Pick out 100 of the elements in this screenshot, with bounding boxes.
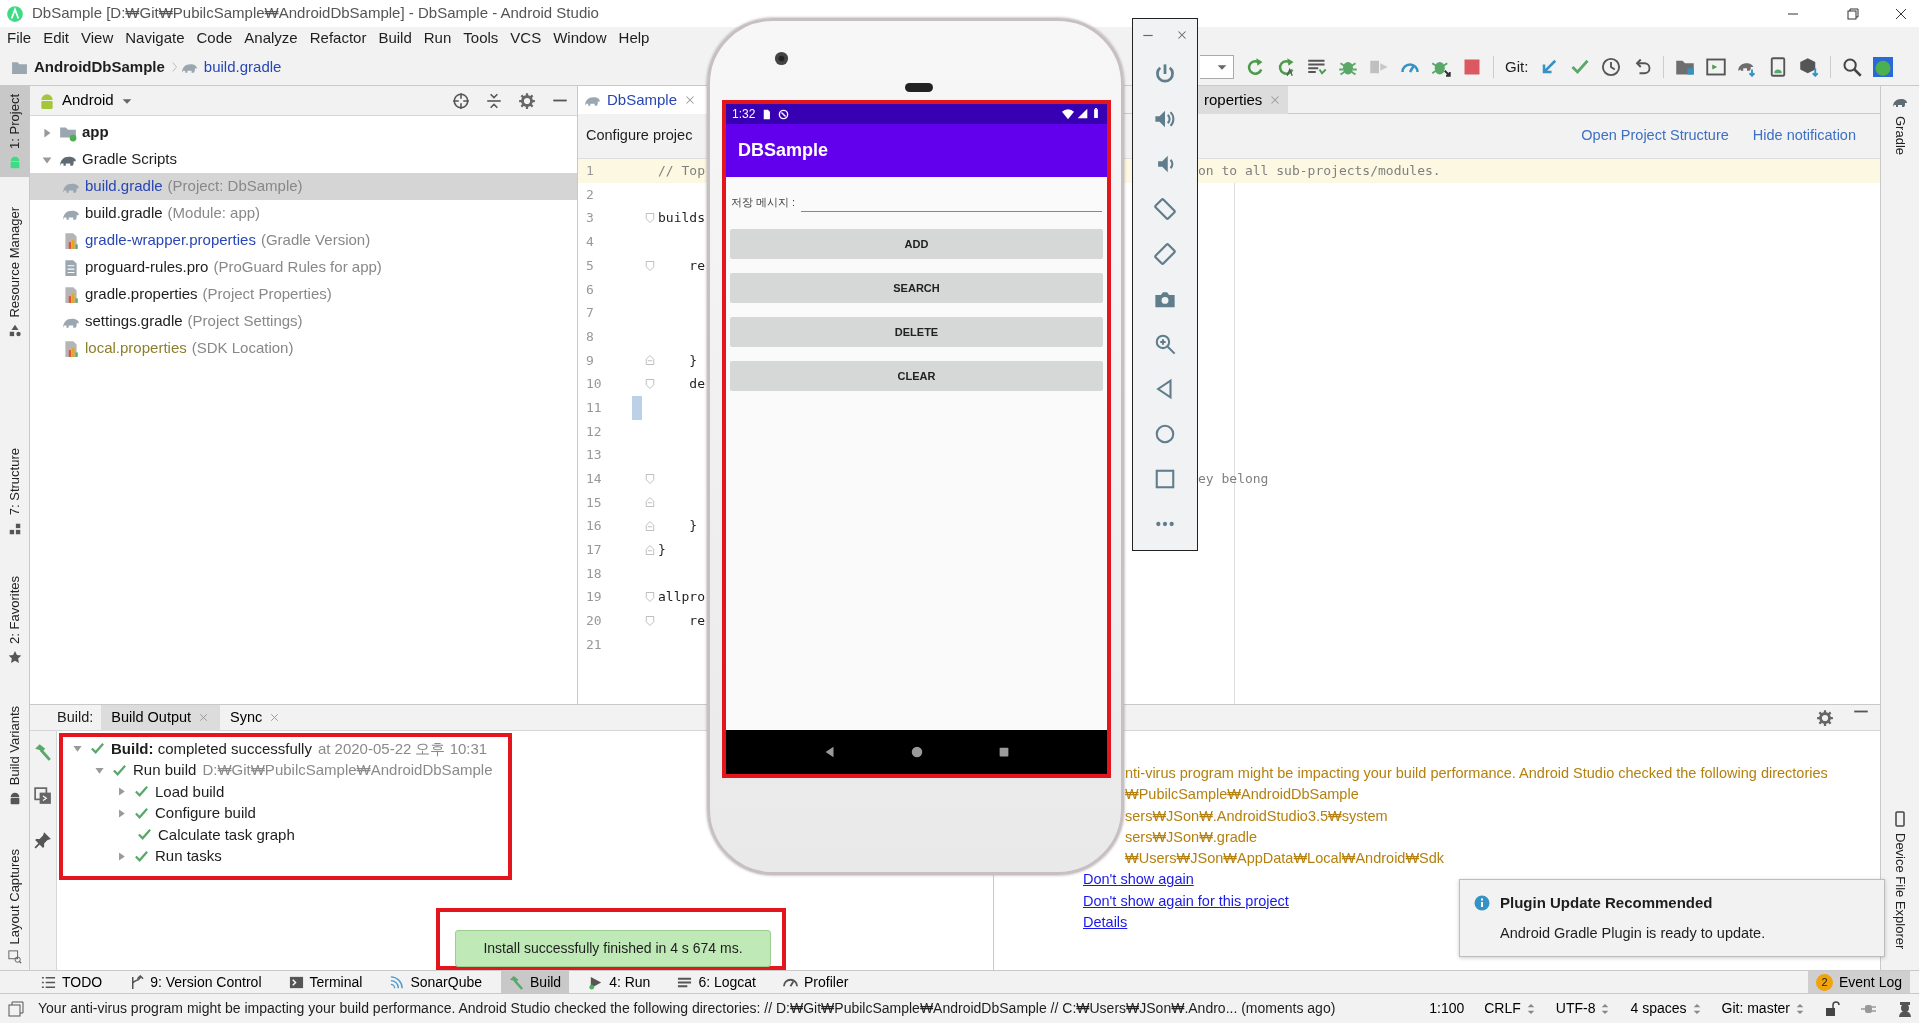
toggle-button[interactable]	[8, 1000, 24, 1017]
notification-link[interactable]: Open Project Structure	[1581, 125, 1729, 147]
check-icon	[134, 784, 149, 800]
app-button[interactable]: DELETE	[730, 317, 1103, 347]
tree-item[interactable]: proguard-rules.pro (ProGuard Rules for app)	[30, 254, 577, 281]
window-button[interactable]	[1141, 32, 1155, 38]
breadcrumb-item[interactable]: build.gradle	[180, 55, 282, 79]
menu-item[interactable]: Analyze	[238, 26, 304, 50]
menu-item[interactable]: File	[1, 26, 38, 50]
app-button[interactable]: ADD	[730, 229, 1103, 259]
tool-window-button[interactable]: 4: Run	[580, 970, 659, 994]
panel-button[interactable]	[485, 91, 503, 110]
menu-item[interactable]: Help	[612, 26, 656, 50]
nav-button[interactable]	[909, 745, 924, 759]
event-log-button[interactable]: 2 Event Log	[1807, 970, 1910, 994]
tree-item[interactable]: local.properties (SDK Location)	[30, 335, 577, 362]
tool-window-button[interactable]: SonarQube	[381, 970, 490, 994]
avatar-icon	[1873, 57, 1894, 77]
tool-window-button[interactable]: Build Variants	[0, 697, 29, 813]
status-button[interactable]	[1825, 1000, 1841, 1017]
notification-link[interactable]: Hide notification	[1752, 125, 1856, 147]
console-text: sers₩JSon₩.gradle	[1125, 828, 1258, 845]
settings-icon	[518, 91, 536, 110]
run-config-dropdown[interactable]	[1200, 55, 1234, 79]
status-item[interactable]: UTF-8	[1555, 998, 1611, 1019]
status-item[interactable]: Git: master	[1721, 998, 1805, 1019]
tool-window-button[interactable]: 2: Favorites	[0, 567, 29, 672]
menu-item[interactable]: Window	[547, 26, 613, 50]
breadcrumb-item[interactable]: AndroidDbSample	[11, 55, 165, 79]
editor-tab[interactable]: roperties	[1198, 86, 1289, 114]
toolbar-button[interactable]	[1276, 57, 1296, 77]
status-item[interactable]: CRLF	[1484, 998, 1536, 1019]
tree-item[interactable]: build.gradle (Module: app)	[30, 200, 577, 227]
tool-window-button[interactable]: 1: Project	[0, 86, 29, 177]
console-link[interactable]: Details	[1083, 914, 1128, 931]
hammer-icon	[509, 974, 524, 990]
tool-window-button[interactable]: Gradle	[1881, 86, 1919, 164]
menu-item[interactable]: Refactor	[303, 26, 373, 50]
menu-item[interactable]: View	[75, 26, 120, 50]
update-link[interactable]: update	[1716, 924, 1762, 941]
menu-item[interactable]: Tools	[457, 26, 505, 50]
status-item[interactable]: 4 spaces	[1630, 998, 1702, 1019]
status-item[interactable]: 1:100	[1429, 998, 1465, 1019]
tool-window-button[interactable]: Layout Captures	[0, 840, 29, 973]
panel-button[interactable]	[34, 787, 52, 805]
panel-button[interactable]	[1816, 708, 1834, 727]
toolbar-button[interactable]	[1706, 57, 1727, 77]
tool-window-button[interactable]: Resource Manager	[0, 198, 29, 346]
panel-button[interactable]	[34, 831, 52, 849]
line-number: 2	[585, 185, 595, 204]
line-number: 7	[585, 304, 595, 323]
tool-window-button[interactable]: Profiler	[775, 970, 857, 994]
tool-window-button[interactable]: 6: Logcat	[669, 970, 764, 994]
tool-window-button[interactable]: TODO	[33, 970, 111, 994]
menu-item[interactable]: Navigate	[119, 26, 191, 50]
panel-button[interactable]	[551, 98, 569, 103]
tool-window-button[interactable]: Terminal	[280, 970, 371, 994]
tree-item[interactable]: settings.gradle (Project Settings)	[30, 308, 577, 335]
panel-tab[interactable]: Sync	[220, 704, 292, 731]
tree-item[interactable]: gradle-wrapper.properties (Gradle Version)	[30, 227, 577, 254]
panel-button[interactable]	[518, 91, 536, 110]
tree-item[interactable]: Gradle Scripts	[30, 146, 577, 173]
tree-item[interactable]: gradle.properties (Project Properties)	[30, 281, 577, 308]
lock-icon	[1825, 1000, 1841, 1017]
toolbar-button[interactable]	[1307, 57, 1327, 77]
tool-window-button[interactable]: Device File Explorer	[1881, 803, 1919, 958]
code-text: }	[658, 542, 666, 558]
toolbar-button[interactable]	[1842, 57, 1863, 77]
notification-title: Plugin Update Recommended	[1500, 893, 1713, 913]
menu-item[interactable]: Build	[372, 26, 418, 50]
tree-item[interactable]: app	[30, 119, 577, 146]
menu-item[interactable]: Code	[190, 26, 239, 50]
build-step: Load build	[155, 780, 225, 803]
console-text: ₩Users₩JSon₩AppData₩Local₩Android₩Sdk	[1125, 850, 1445, 867]
tool-window-button[interactable]: Build	[501, 970, 570, 994]
menu-item[interactable]: Edit	[37, 26, 76, 50]
app-button[interactable]: CLEAR	[730, 361, 1103, 391]
fold-marker-icon	[644, 354, 656, 367]
console-link[interactable]: Don't show again for this project	[1083, 892, 1289, 909]
toolbar-button[interactable]	[1799, 57, 1820, 77]
tool-window-button[interactable]: 7: Structure	[0, 440, 29, 544]
editor-tab[interactable]: DbSample	[578, 86, 707, 114]
build-detail: D:₩Git₩PubilcSample₩AndroidDbSample	[202, 760, 493, 780]
build-step: Build: completed successfully	[111, 737, 312, 760]
check-icon	[1570, 57, 1591, 77]
panel-label: Build:	[56, 707, 95, 727]
app-button[interactable]: SEARCH	[730, 273, 1103, 303]
panel-tab[interactable]: Build Output	[101, 704, 221, 731]
tool-window-button[interactable]: 9: Version Control	[121, 970, 270, 994]
status-button[interactable]	[1897, 1000, 1913, 1017]
panel-button[interactable]	[452, 91, 470, 110]
android-icon	[38, 91, 56, 110]
toolbar-button[interactable]	[1601, 57, 1622, 77]
view-dropdown[interactable]: Android	[38, 89, 134, 112]
build-step: Run tasks	[155, 845, 222, 868]
menu-item[interactable]: Run	[417, 26, 458, 50]
menu-item[interactable]: VCS	[504, 26, 548, 50]
console-link[interactable]: Don't show again	[1083, 871, 1194, 888]
tree-item[interactable]: build.gradle (Project: DbSample)	[30, 173, 577, 200]
check-icon	[137, 827, 152, 843]
